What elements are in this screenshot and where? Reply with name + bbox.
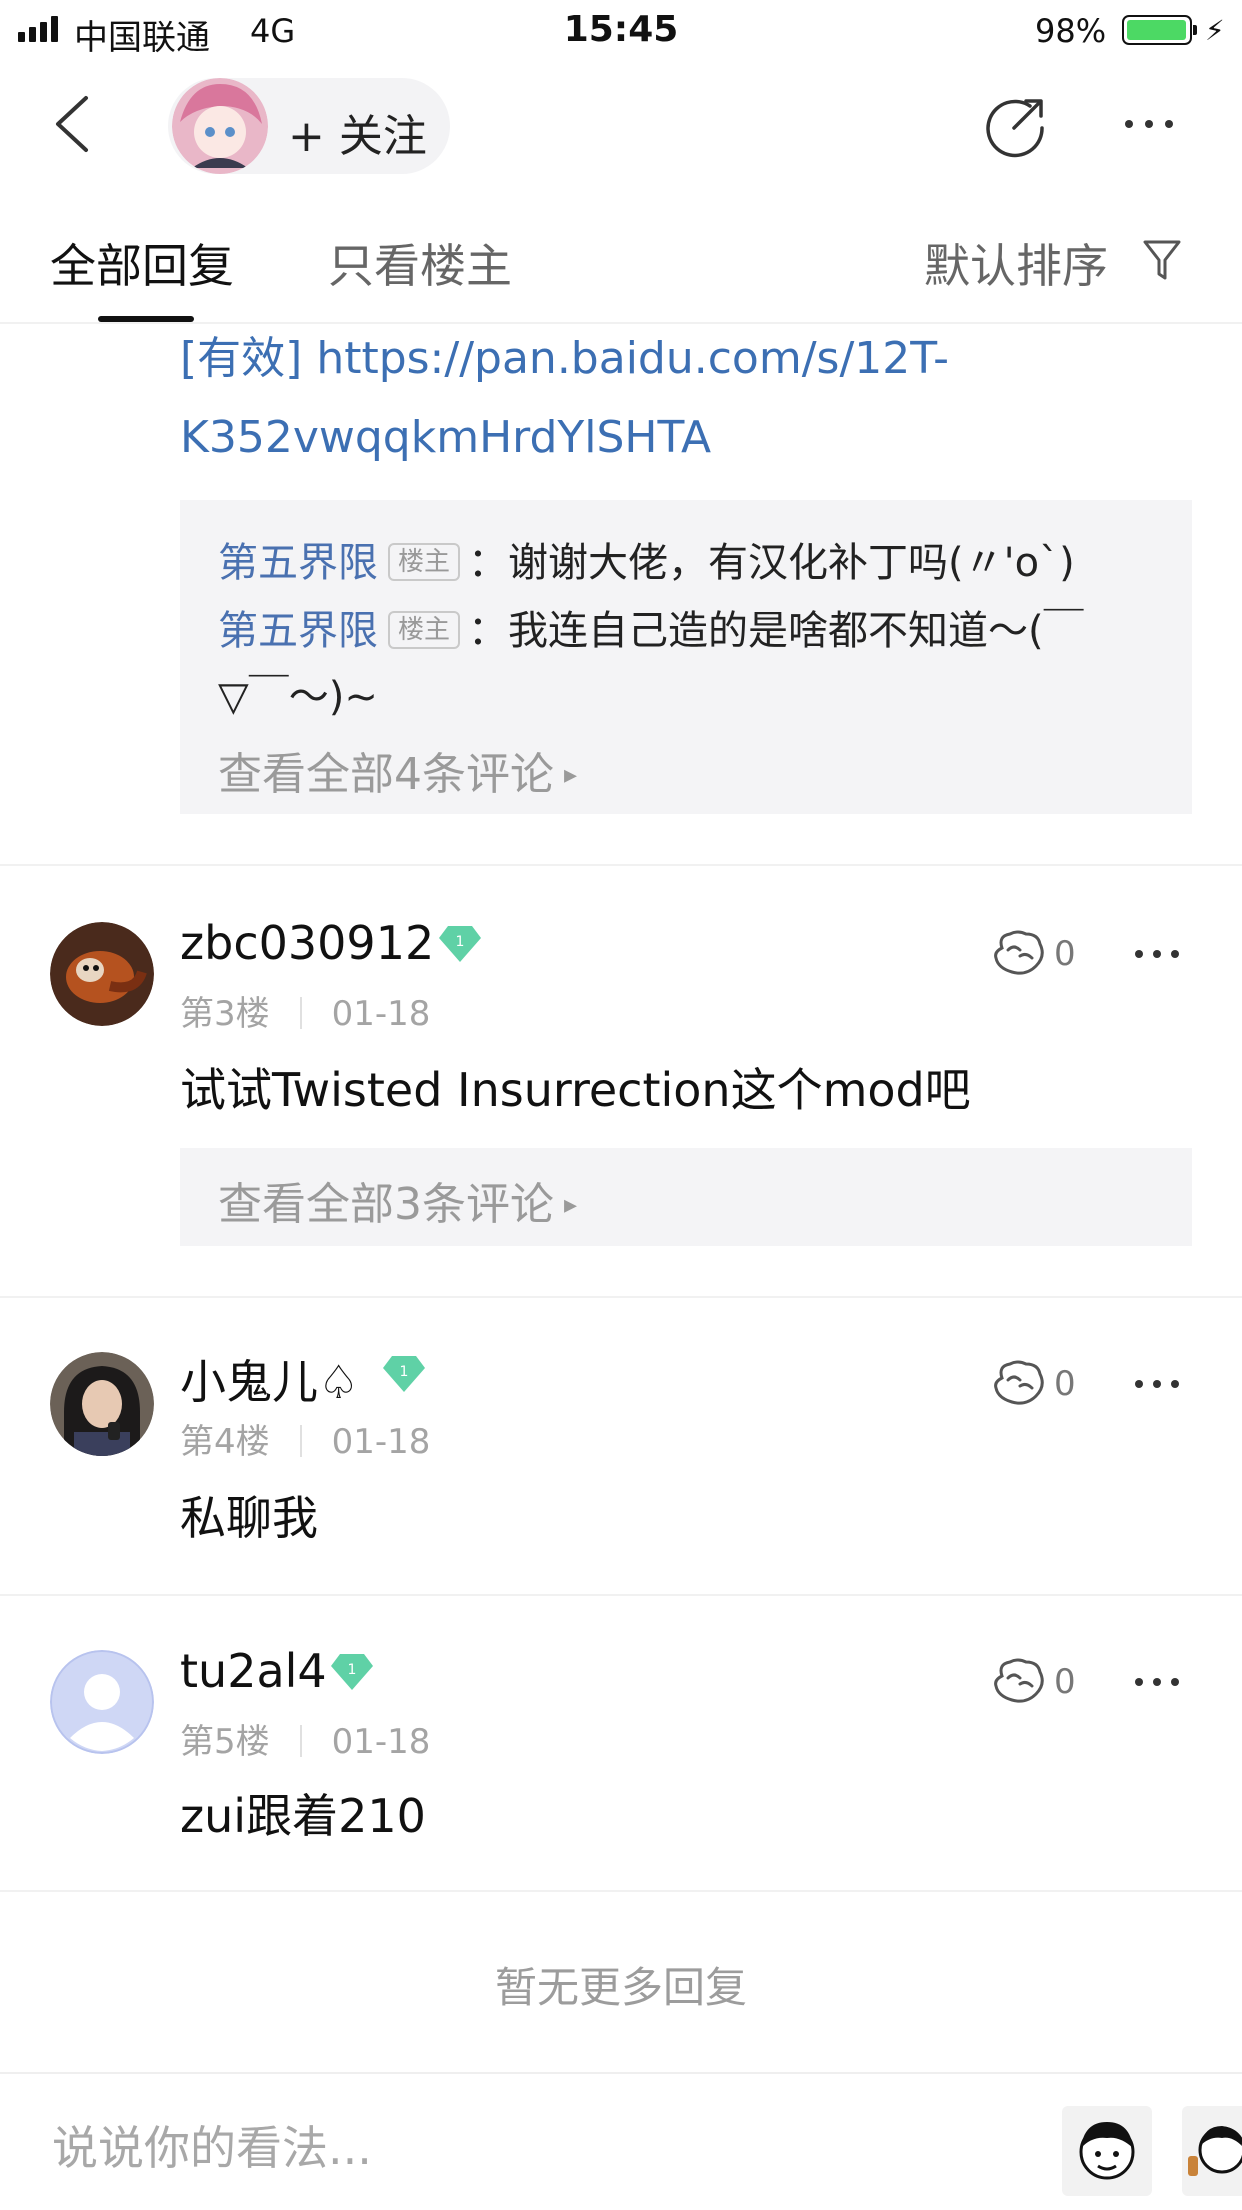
no-more-replies: 暂无更多回复 <box>494 1963 747 2012</box>
chevron-right-icon: ▸ <box>564 760 578 790</box>
username[interactable]: tu2al4 <box>180 1644 327 1698</box>
owner-badge: 楼主 <box>388 611 461 649</box>
avatar[interactable] <box>50 1352 154 1456</box>
sort-dropdown[interactable]: 默认排序 <box>924 230 1108 296</box>
reply-divider <box>0 1890 1242 1892</box>
like-count: 0 <box>1054 1364 1076 1404</box>
comment-author[interactable]: 第五界限 <box>218 540 378 586</box>
comment-separator: ： <box>468 608 509 654</box>
comment-line: 第五界限 楼主 ：我连自己造的是啥都不知道～(￣ <box>218 598 1084 656</box>
level-number: 1 <box>348 1662 357 1678</box>
view-all-label: 查看全部3条评论 <box>218 1179 554 1230</box>
owner-badge: 楼主 <box>388 543 461 581</box>
comment-text: 我连自己造的是啥都不知道～(￣ <box>508 608 1084 654</box>
comment-author[interactable]: 第五界限 <box>218 608 378 654</box>
post-date: 01-18 <box>331 1722 431 1762</box>
share-icon[interactable] <box>984 94 1048 158</box>
reply-meta: 第4楼 01-18 <box>180 1414 430 1463</box>
comment-text-continued: ▽￣～)~ <box>218 674 378 720</box>
post-date: 01-18 <box>331 1422 431 1462</box>
post-divider <box>0 864 1242 866</box>
username[interactable]: zbc030912 <box>180 916 434 970</box>
floor-number: 第5楼 <box>180 1722 270 1762</box>
comment-separator: ： <box>468 540 509 586</box>
post-date: 01-18 <box>331 994 431 1034</box>
view-all-comments-link[interactable]: 查看全部3条评论 ▸ <box>218 1168 577 1232</box>
more-options-icon[interactable] <box>1125 120 1173 128</box>
floor-number: 第3楼 <box>180 994 270 1034</box>
avatar[interactable] <box>50 1650 154 1754</box>
status-bar: 中国联通 4G 15:45 98% ⚡ <box>0 0 1242 62</box>
back-icon[interactable] <box>52 94 92 154</box>
reply-more-icon[interactable] <box>1135 950 1179 958</box>
level-number: 1 <box>456 934 465 950</box>
reply-more-icon[interactable] <box>1135 1380 1179 1388</box>
reply-content: zui跟着210 <box>180 1789 426 1843</box>
author-avatar[interactable] <box>172 78 268 174</box>
reply-more-icon[interactable] <box>1135 1678 1179 1686</box>
level-gem-icon: 1 <box>383 1356 425 1392</box>
sticker-face-icon <box>1188 2126 1242 2176</box>
avatar[interactable] <box>50 922 154 1026</box>
chevron-right-icon: ▸ <box>564 1190 578 1220</box>
reply-divider <box>0 1296 1242 1298</box>
reply-divider <box>0 1594 1242 1596</box>
reply-content: 私聊我 <box>180 1491 318 1545</box>
battery-icon <box>1122 15 1197 45</box>
reply-meta: 第5楼 01-18 <box>180 1714 430 1763</box>
view-all-label: 查看全部4条评论 <box>218 749 554 800</box>
reply-content: 试试Twisted Insurrection这个mod吧 <box>180 1063 971 1117</box>
level-gem-icon: 1 <box>439 926 481 962</box>
reply-input[interactable]: 说说你的看法... <box>52 2112 372 2178</box>
tab-all-replies[interactable]: 全部回复 <box>50 230 234 296</box>
like-icon[interactable] <box>990 1358 1046 1408</box>
username[interactable]: 小鬼儿♤ <box>180 1346 359 1412</box>
post-link-line1[interactable]: [有效] https://pan.baidu.com/s/12T- <box>180 322 949 386</box>
level-gem-icon: 1 <box>331 1654 373 1690</box>
floor-number: 第4楼 <box>180 1422 270 1462</box>
post-link-line2[interactable]: K352vwqqkmHrdYlSHTA <box>180 412 711 463</box>
sticker-face-icon <box>1079 2122 1135 2180</box>
like-icon[interactable] <box>990 1656 1046 1706</box>
view-all-comments-link[interactable]: 查看全部4条评论 ▸ <box>218 738 577 802</box>
sticker-button[interactable] <box>1182 2106 1242 2196</box>
reply-meta: 第3楼 01-18 <box>180 986 430 1035</box>
emoji-sticker-button[interactable] <box>1062 2106 1152 2196</box>
filter-icon[interactable] <box>1142 238 1182 282</box>
follow-label[interactable]: + 关注 <box>288 100 427 164</box>
like-icon[interactable] <box>990 928 1046 978</box>
like-count: 0 <box>1054 934 1076 974</box>
like-count: 0 <box>1054 1662 1076 1702</box>
comment-line: 第五界限 楼主 ：谢谢大佬，有汉化补丁吗(〃'o`) <box>218 530 1075 588</box>
charging-icon: ⚡ <box>1205 14 1225 47</box>
comment-text: 谢谢大佬，有汉化补丁吗(〃'o`) <box>508 540 1075 586</box>
level-number: 1 <box>400 1364 409 1380</box>
tab-owner-only[interactable]: 只看楼主 <box>328 230 512 296</box>
battery-percent: 98% <box>1035 12 1107 50</box>
